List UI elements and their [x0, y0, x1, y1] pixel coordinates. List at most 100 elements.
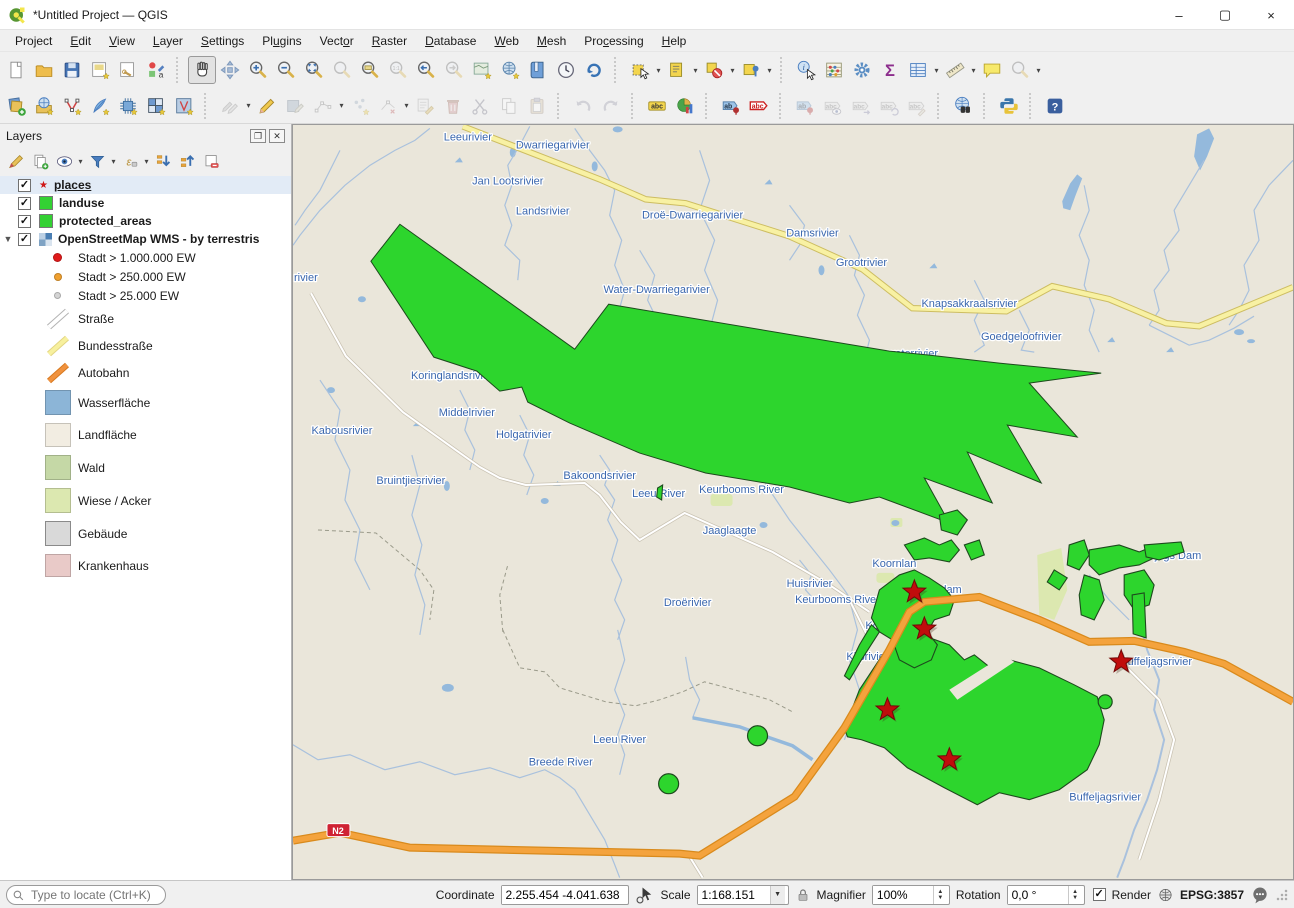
data-source-manager-button[interactable]: [2, 92, 30, 120]
select-by-location-button[interactable]: [737, 56, 765, 84]
redo-button[interactable]: [597, 92, 625, 120]
layer-expander[interactable]: ▼: [0, 234, 16, 244]
crs-globe-icon[interactable]: [1157, 885, 1174, 905]
current-edits-button[interactable]: [216, 92, 244, 120]
select-features-dropdown-arrow[interactable]: ▾: [654, 66, 663, 75]
identify-features-button[interactable]: i: [792, 56, 820, 84]
maximize-button[interactable]: ▢: [1202, 0, 1248, 30]
rotation-input[interactable]: [1008, 886, 1068, 904]
collapse-all-button[interactable]: [175, 149, 199, 173]
magnifier-input[interactable]: [873, 886, 933, 904]
map-tips-button[interactable]: [978, 56, 1006, 84]
refresh-map-button[interactable]: [580, 56, 608, 84]
add-postgis-layer-button[interactable]: [114, 92, 142, 120]
expand-all-button[interactable]: [151, 149, 175, 173]
pan-map-button[interactable]: [188, 56, 216, 84]
layer-visibility-checkbox[interactable]: ✓: [18, 197, 31, 210]
filter-legend-button[interactable]: [85, 149, 109, 173]
zoom-in-button[interactable]: [244, 56, 272, 84]
coordinate-input[interactable]: [502, 886, 626, 904]
zoom-full-extent-button[interactable]: [300, 56, 328, 84]
menu-mesh[interactable]: Mesh: [528, 32, 575, 50]
show-sum-of-features-button[interactable]: Σ: [876, 56, 904, 84]
map-canvas[interactable]: LeeurivierDwarriegarivierJan Lootsrivier…: [293, 125, 1293, 879]
deselect-features-dropdown-arrow[interactable]: ▾: [728, 66, 737, 75]
modify-attributes-button[interactable]: [411, 92, 439, 120]
close-button[interactable]: ×: [1248, 0, 1294, 30]
locator-search-dropdown-arrow[interactable]: ▾: [1034, 66, 1043, 75]
measure-dropdown-arrow[interactable]: ▾: [969, 66, 978, 75]
resize-grip[interactable]: [1276, 889, 1288, 901]
menu-view[interactable]: View: [100, 32, 144, 50]
current-edits-dropdown-arrow[interactable]: ▾: [244, 101, 253, 110]
toggle-editing-button[interactable]: [253, 92, 281, 120]
menu-raster[interactable]: Raster: [363, 32, 416, 50]
move-label-button[interactable]: abc: [847, 92, 875, 120]
measure-button[interactable]: [941, 56, 969, 84]
help-contents-button[interactable]: ?: [1041, 92, 1069, 120]
add-virtual-layer-button[interactable]: [170, 92, 198, 120]
messages-icon[interactable]: [1250, 885, 1270, 905]
new-project-button[interactable]: [2, 56, 30, 84]
panel-close-button[interactable]: ✕: [269, 129, 285, 143]
layer-row-places[interactable]: ✓★places: [0, 176, 291, 194]
manage-map-themes-dropdown-arrow[interactable]: ▾: [76, 157, 85, 166]
menu-layer[interactable]: Layer: [144, 32, 192, 50]
vertex-tool-dropdown-arrow[interactable]: ▾: [402, 101, 411, 110]
delete-selected-button[interactable]: [439, 92, 467, 120]
layer-row-landuse[interactable]: ✓landuse: [0, 194, 291, 212]
open-attribute-table-button[interactable]: [904, 56, 932, 84]
lock-scale-icon[interactable]: [795, 885, 811, 905]
menu-edit[interactable]: Edit: [61, 32, 100, 50]
digitize-with-segment-dropdown-arrow[interactable]: ▾: [337, 101, 346, 110]
manage-map-themes-button[interactable]: [52, 149, 76, 173]
pan-to-selection-button[interactable]: [216, 56, 244, 84]
new-map-view-button[interactable]: [468, 56, 496, 84]
paste-features-button[interactable]: [523, 92, 551, 120]
new-3d-map-view-button[interactable]: [496, 56, 524, 84]
locator-search-input[interactable]: [6, 885, 166, 905]
legend-item[interactable]: Stadt > 1.000.000 EW: [0, 248, 291, 267]
open-project-button[interactable]: [30, 56, 58, 84]
remove-layer-button[interactable]: [199, 149, 223, 173]
rotation-spinner[interactable]: ▲▼: [1068, 886, 1082, 904]
python-console-button[interactable]: [995, 92, 1023, 120]
metasearch-button[interactable]: [949, 92, 977, 120]
scale-dropdown-arrow[interactable]: ▼: [770, 886, 785, 904]
layer-row-protected-areas[interactable]: ✓protected_areas: [0, 212, 291, 230]
locator-search-button[interactable]: [1006, 56, 1034, 84]
cut-features-button[interactable]: [467, 92, 495, 120]
zoom-out-button[interactable]: [272, 56, 300, 84]
panel-float-button[interactable]: ❐: [250, 129, 266, 143]
zoom-native-button[interactable]: 1:1: [384, 56, 412, 84]
select-features-by-value-dropdown-arrow[interactable]: ▾: [691, 66, 700, 75]
crs-status[interactable]: EPSG:3857: [1180, 888, 1244, 902]
copy-features-button[interactable]: [495, 92, 523, 120]
show-hide-labels-button[interactable]: abc: [819, 92, 847, 120]
legend-item[interactable]: Wiese / Acker: [0, 484, 291, 517]
pin-unpin-labels-button[interactable]: ab: [791, 92, 819, 120]
legend-item[interactable]: Stadt > 250.000 EW: [0, 267, 291, 286]
new-print-layout-button[interactable]: [86, 56, 114, 84]
menu-web[interactable]: Web: [485, 32, 527, 50]
select-features-by-value-button[interactable]: [663, 56, 691, 84]
vertex-tool-button[interactable]: [374, 92, 402, 120]
legend-item[interactable]: Landfläche: [0, 419, 291, 451]
save-project-button[interactable]: [58, 56, 86, 84]
menu-project[interactable]: Project: [6, 32, 61, 50]
style-manager-button[interactable]: a: [142, 56, 170, 84]
menu-help[interactable]: Help: [653, 32, 696, 50]
add-point-feature-button[interactable]: [346, 92, 374, 120]
processing-toolbox-button[interactable]: [848, 56, 876, 84]
layer-visibility-checkbox[interactable]: ✓: [18, 233, 31, 246]
render-checkbox[interactable]: ✓: [1093, 888, 1106, 901]
zoom-next-button[interactable]: [440, 56, 468, 84]
statistical-summary-button[interactable]: [820, 56, 848, 84]
add-raster-layer-button[interactable]: [142, 92, 170, 120]
zoom-to-layer-button[interactable]: [356, 56, 384, 84]
menu-vector[interactable]: Vector: [311, 32, 363, 50]
zoom-last-button[interactable]: [412, 56, 440, 84]
highlight-pinned-labels-button[interactable]: abc: [745, 92, 773, 120]
change-label-button[interactable]: abc: [903, 92, 931, 120]
legend-item[interactable]: Autobahn: [0, 359, 291, 386]
